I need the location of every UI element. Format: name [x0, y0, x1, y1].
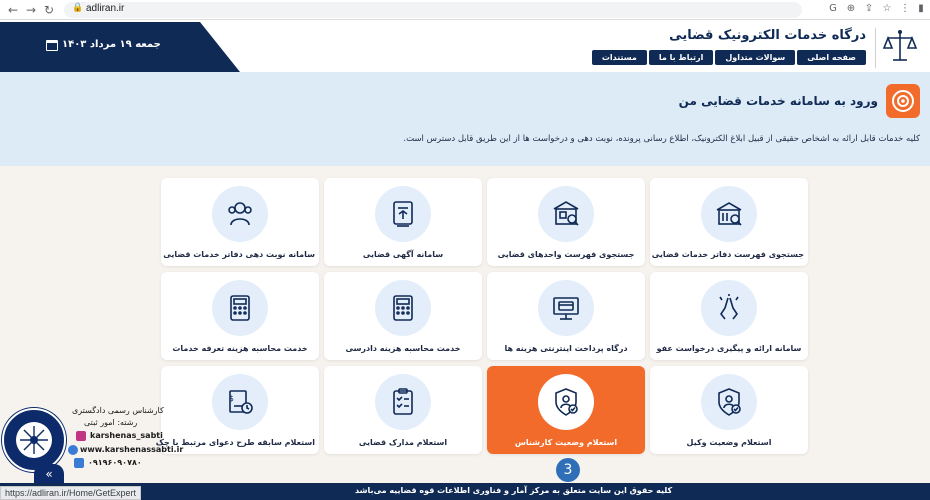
- service-label: سامانه نوبت دهی دفاتر خدمات قضایی: [163, 250, 315, 259]
- office-search-icon: [716, 202, 742, 226]
- service-label: خدمت محاسبه هزینه تعرفه خدمات: [172, 344, 308, 353]
- date-text: جمعه ۱۹ مرداد ۱۴۰۳: [62, 39, 161, 50]
- service-label: درگاه پرداخت اینترنتی هزینه ها: [504, 344, 628, 353]
- people-appointment-icon: [228, 202, 252, 226]
- star-icon[interactable]: ☆: [880, 2, 894, 16]
- banner-description: کلیه خدمات قابل ارائه به اشخاص حقیقی از …: [403, 134, 920, 144]
- phone-icon: [74, 458, 84, 468]
- watermark-field: رشته: امور ثبتی: [84, 418, 138, 427]
- lock-icon: 🔒: [72, 3, 84, 13]
- calculator-icon: [230, 295, 250, 321]
- step-badge: 3: [556, 458, 580, 482]
- browser-toolbar: ← → ↻ 🔒 adliran.ir G ⊕ ⇪ ☆ ⋮ ▮: [0, 0, 930, 20]
- service-tile-lawyer-status[interactable]: استعلام وضعیت وکیل: [650, 366, 808, 454]
- header-divider: [875, 28, 876, 68]
- instagram-icon: [76, 431, 86, 441]
- globe-icon: [68, 445, 78, 455]
- check-document-icon: $: [229, 390, 253, 414]
- announcement-icon: [393, 201, 413, 227]
- menu-faq[interactable]: سوالات متداول: [715, 50, 796, 65]
- menu-docs[interactable]: مستندات: [591, 50, 647, 65]
- service-label: استعلام سابقه طرح دعوای مرتبط با چک: [155, 438, 315, 447]
- payment-monitor-icon: [553, 297, 579, 320]
- google-icon[interactable]: G: [826, 2, 840, 16]
- watermark: « کارشناس رسمی دادگستری رشته: امور ثبتی …: [0, 400, 184, 484]
- watermark-instagram: karshenas_sabti: [90, 431, 163, 440]
- address-url: adliran.ir: [86, 3, 125, 14]
- service-label: استعلام وضعیت وکیل: [686, 438, 772, 447]
- service-tile-announcement[interactable]: سامانه آگهی قضایی: [324, 178, 482, 266]
- address-bar[interactable]: 🔒 adliran.ir: [64, 2, 802, 18]
- service-label: خدمت محاسبه هزینه دادرسی: [345, 344, 461, 353]
- collapse-icon[interactable]: «: [34, 464, 64, 484]
- site-title: درگاه خدمات الکترونیک قضایی: [669, 28, 866, 43]
- calculator-icon: [393, 295, 413, 321]
- service-tile-judicial-documents[interactable]: استعلام مدارک قضایی: [324, 366, 482, 454]
- calendar-icon: [46, 40, 58, 51]
- arrow-right-icon[interactable]: →: [26, 2, 36, 18]
- clipboard-check-icon: [393, 388, 413, 415]
- service-label: استعلام مدارک قضایی: [358, 438, 448, 447]
- service-label: جستجوی فهرست دفاتر خدمات قضایی: [651, 250, 804, 259]
- sidebar-icon[interactable]: ▮: [914, 2, 928, 16]
- date-bar: جمعه ۱۹ مرداد ۱۴۰۳: [0, 22, 240, 72]
- shield-expert-icon: [555, 388, 578, 416]
- status-bar-url: https://adliran.ir/Home/GetExpert: [0, 486, 142, 500]
- menu-dots-icon[interactable]: ⋮: [898, 2, 912, 16]
- service-tile-check-lawsuit[interactable]: $ استعلام سابقه طرح دعوای مرتبط با چک: [155, 366, 319, 454]
- reload-icon[interactable]: ↻: [44, 2, 54, 18]
- service-label: استعلام وضعیت کارشناس: [514, 438, 618, 447]
- menu-home[interactable]: صفحه اصلی: [797, 50, 866, 65]
- arrow-left-icon[interactable]: ←: [8, 2, 18, 18]
- watermark-phone: ۰۹۱۹۶۰۹۰۷۸۰: [88, 458, 142, 467]
- service-tile-expert-status[interactable]: استعلام وضعیت کارشناس: [487, 366, 645, 454]
- zoom-icon[interactable]: ⊕: [844, 2, 858, 16]
- service-tile-payment[interactable]: درگاه پرداخت اینترنتی هزینه ها: [487, 272, 645, 360]
- service-tile-court-search[interactable]: جستجوی فهرست واحدهای قضایی: [487, 178, 645, 266]
- service-label: سامانه ارائه و پیگیری درخواست عفو: [656, 344, 802, 353]
- main-menu: صفحه اصلی سوالات متداول ارتباط با ما مست…: [591, 50, 866, 65]
- login-banner: ورود به سامانه خدمات قضایی من کلیه خدمات…: [0, 72, 930, 166]
- target-icon[interactable]: [886, 84, 920, 118]
- seal-logo-icon: [2, 408, 66, 472]
- service-label: سامانه آگهی قضایی: [362, 250, 444, 259]
- menu-contact[interactable]: ارتباط با ما: [648, 50, 714, 65]
- judiciary-logo-icon: [882, 30, 918, 61]
- watermark-website: www.karshenassabti.ir: [80, 445, 184, 454]
- svg-text:$: $: [229, 394, 234, 403]
- footer-copyright: کلیه حقوق این سایت متعلق به مرکز آمار و …: [355, 486, 673, 495]
- court-search-icon: [553, 201, 579, 226]
- share-icon[interactable]: ⇪: [862, 2, 876, 16]
- pray-hands-icon: [719, 294, 739, 320]
- service-tile-appointment[interactable]: سامانه نوبت دهی دفاتر خدمات قضایی: [161, 178, 319, 266]
- services-grid: جستجوی فهرست دفاتر خدمات قضایی جستجوی فه…: [155, 178, 808, 454]
- shield-user-icon: [718, 388, 741, 416]
- service-tile-litigation-cost[interactable]: خدمت محاسبه هزینه دادرسی: [324, 272, 482, 360]
- service-tile-pardon[interactable]: سامانه ارائه و پیگیری درخواست عفو: [650, 272, 808, 360]
- banner-title[interactable]: ورود به سامانه خدمات قضایی من: [679, 94, 878, 108]
- service-tile-tariff-cost[interactable]: خدمت محاسبه هزینه تعرفه خدمات: [161, 272, 319, 360]
- service-label: جستجوی فهرست واحدهای قضایی: [497, 250, 635, 259]
- service-tile-office-search[interactable]: جستجوی فهرست دفاتر خدمات قضایی: [650, 178, 808, 266]
- watermark-title: کارشناس رسمی دادگستری: [72, 406, 164, 415]
